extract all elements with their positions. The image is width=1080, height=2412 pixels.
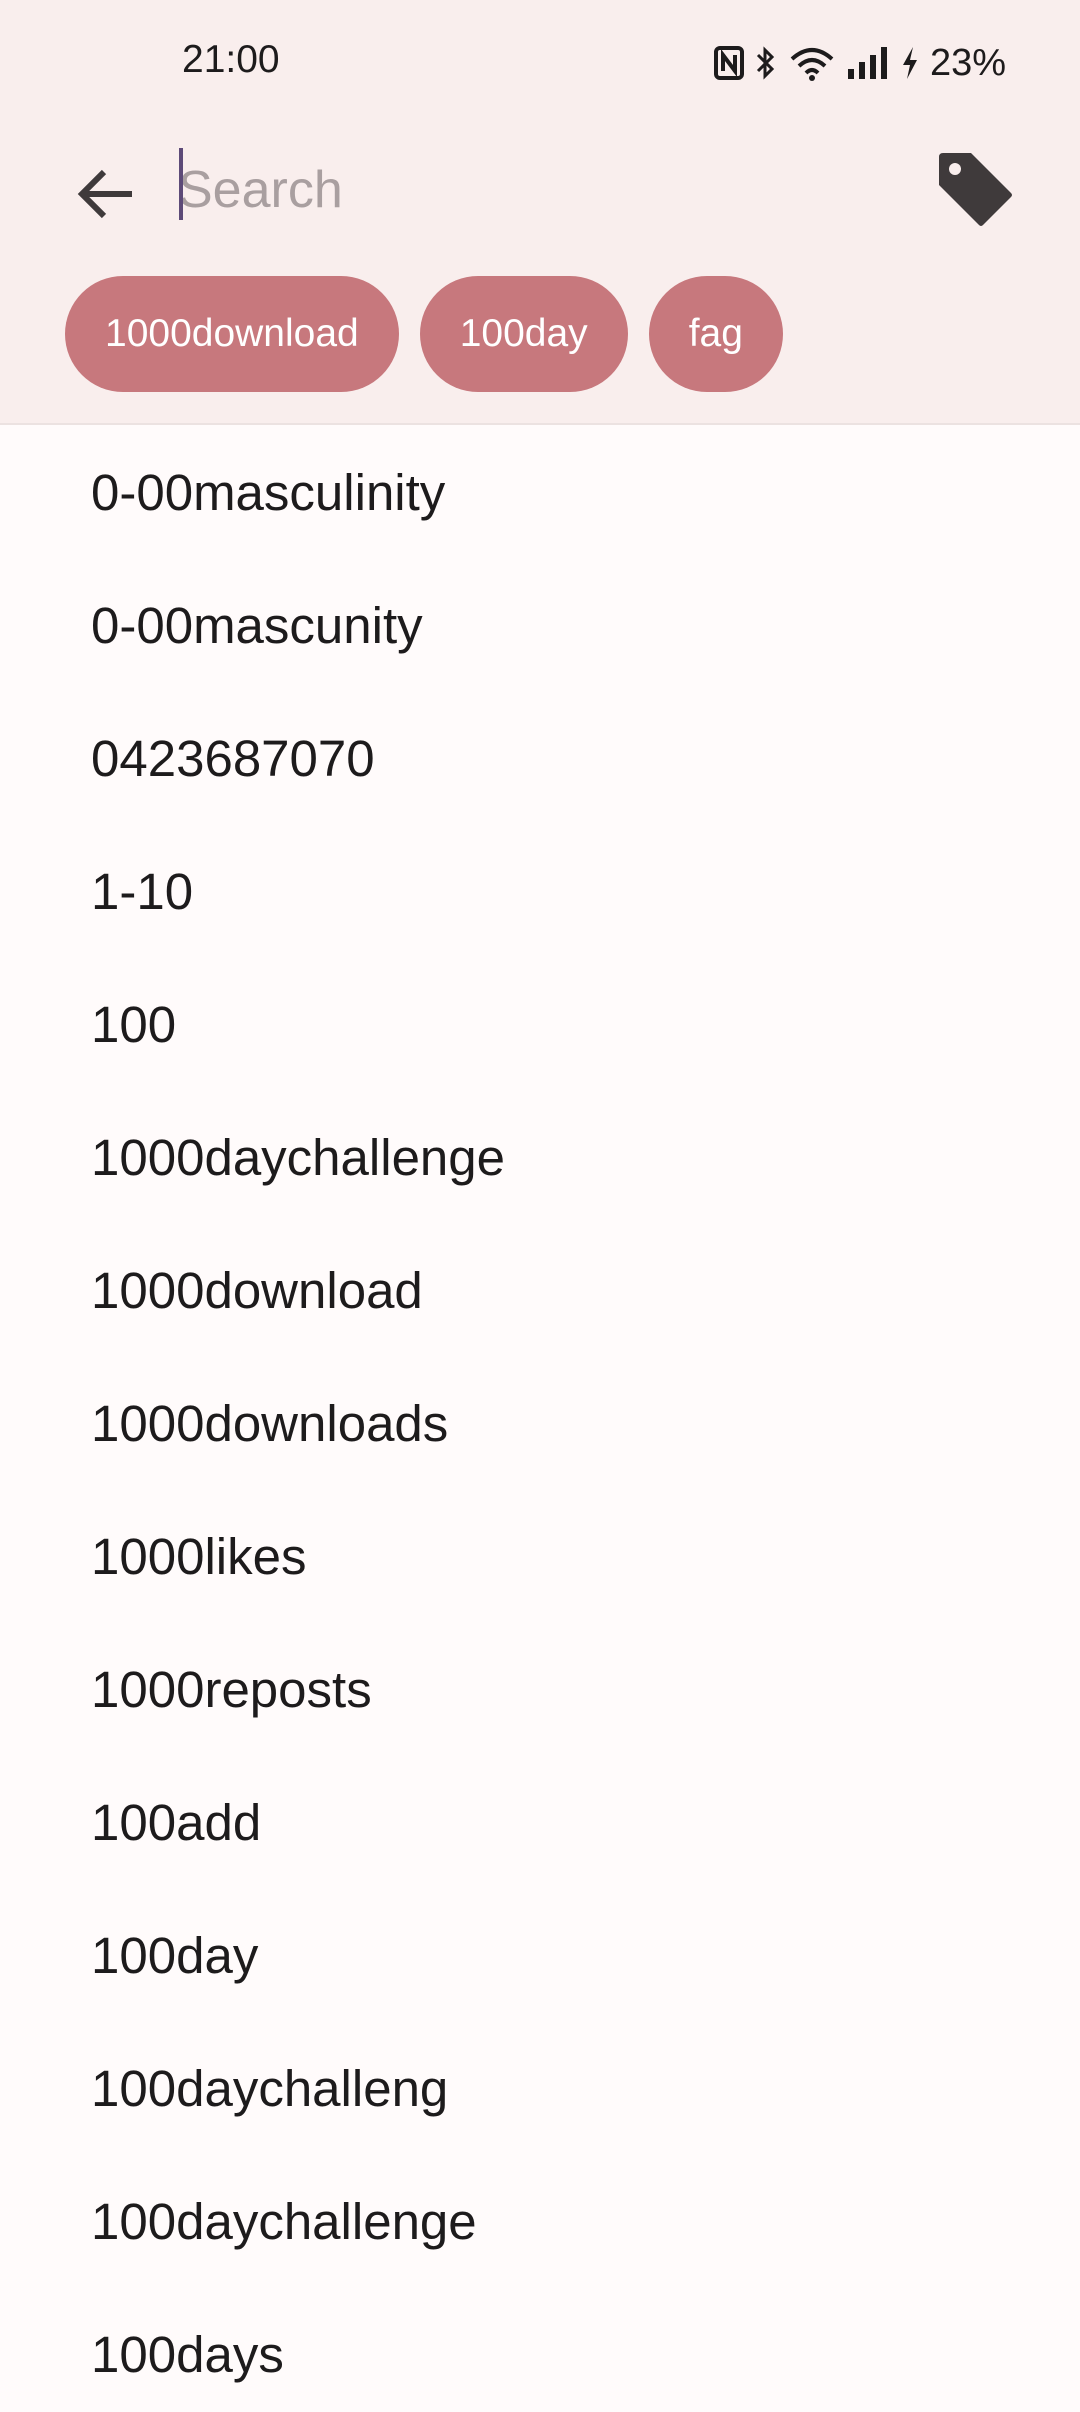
tag-list-item[interactable]: 1000downloads: [0, 1357, 1080, 1490]
tag-list-item[interactable]: 1000reposts: [0, 1623, 1080, 1756]
header: 21:00 23% Search 1000download 100day fag: [0, 0, 1080, 425]
tag-list-item[interactable]: 0-00mascunity: [0, 559, 1080, 692]
tag-list-item[interactable]: 100days: [0, 2288, 1080, 2412]
tag-list: 0-00masculinity 0-00mascunity 0423687070…: [0, 426, 1080, 2412]
battery-percentage: 23%: [929, 41, 1006, 84]
tag-list-item[interactable]: 100: [0, 958, 1080, 1091]
status-icons: 23%: [713, 38, 1006, 88]
charging-icon: [900, 45, 920, 81]
text-cursor: [179, 148, 183, 220]
tag-list-item[interactable]: 0-00masculinity: [0, 426, 1080, 559]
selected-tag-chip[interactable]: 1000download: [65, 276, 399, 392]
tag-search-screen: 21:00 23% Search 1000download 100day fag…: [0, 0, 1080, 2412]
selected-tag-chip[interactable]: fag: [648, 276, 783, 392]
tag-list-item[interactable]: 1-10: [0, 825, 1080, 958]
nfc-icon: [713, 46, 744, 80]
tag-list-item[interactable]: 1000download: [0, 1224, 1080, 1357]
selected-tag-chip[interactable]: 100day: [419, 276, 628, 392]
tag-list-item[interactable]: 1000likes: [0, 1490, 1080, 1623]
search-input[interactable]: [178, 150, 878, 230]
arrow-back-icon: [77, 169, 132, 219]
status-bar: 21:00 23%: [0, 0, 1080, 126]
signal-icon: [846, 45, 890, 81]
selected-tag-chips: 1000download 100day fag: [65, 276, 783, 392]
status-time: 21:00: [182, 38, 280, 81]
tag-icon: [939, 153, 1012, 226]
back-button[interactable]: [66, 154, 146, 234]
tag-list-item[interactable]: 1000daychallenge: [0, 1091, 1080, 1224]
tag-list-item[interactable]: 100add: [0, 1756, 1080, 1889]
tag-list-item[interactable]: 100day: [0, 1889, 1080, 2022]
tag-filter-button[interactable]: [930, 144, 1020, 234]
bluetooth-icon: [754, 45, 778, 81]
tag-list-item[interactable]: 0423687070: [0, 692, 1080, 825]
wifi-icon: [788, 45, 836, 81]
search-bar: [0, 128, 1080, 248]
tag-list-item[interactable]: 100daychallenge: [0, 2155, 1080, 2288]
tag-list-item[interactable]: 100daychalleng: [0, 2022, 1080, 2155]
